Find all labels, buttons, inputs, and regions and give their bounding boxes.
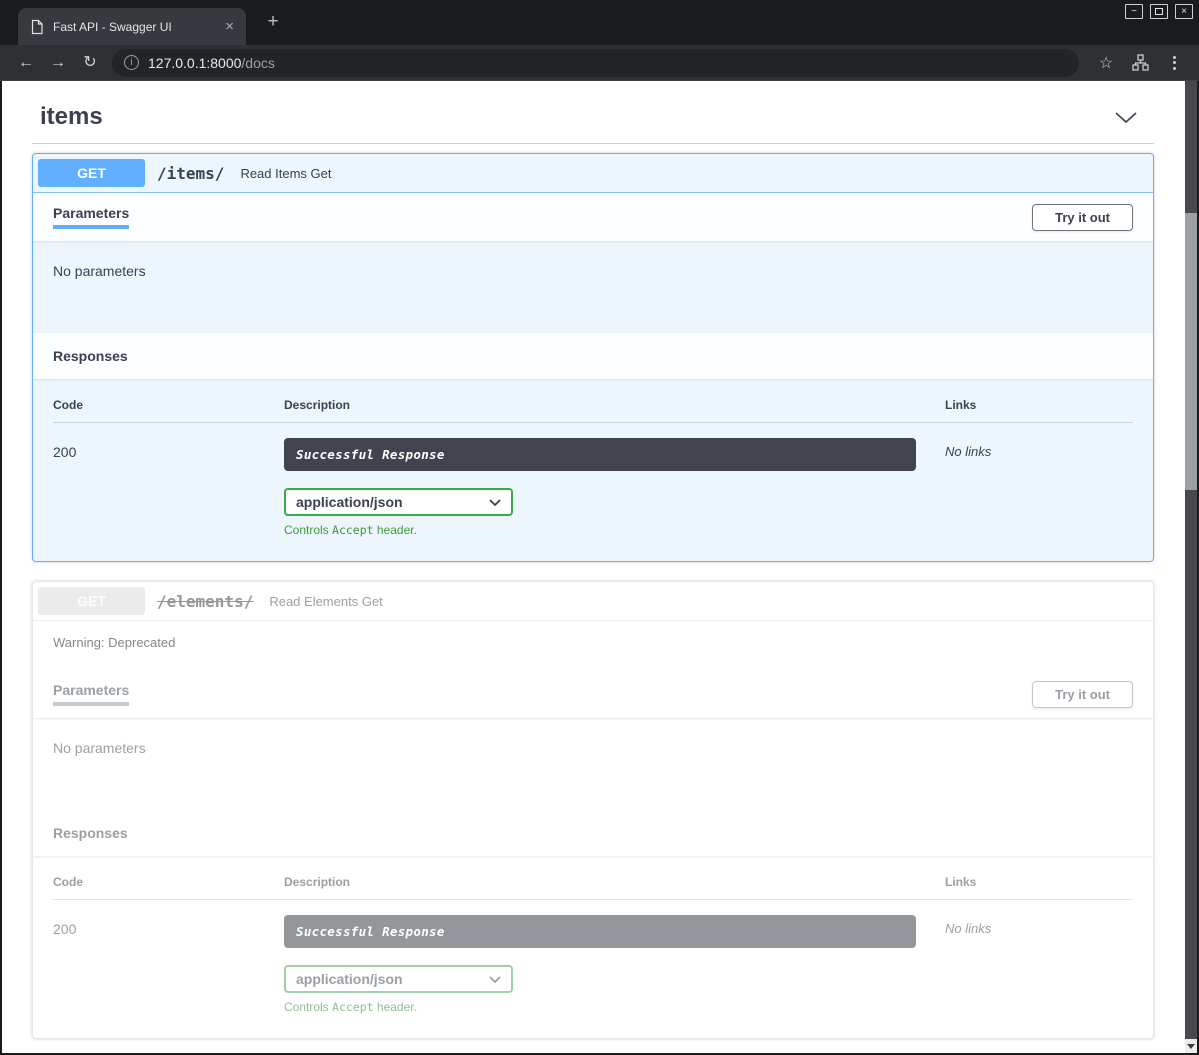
scrollbar-down-button[interactable] — [1185, 1039, 1197, 1053]
operation-path: /items/ — [157, 164, 224, 183]
operation-path: /elements/ — [157, 592, 253, 611]
scrollbar-thumb[interactable] — [1185, 213, 1197, 490]
maximize-icon — [1155, 8, 1163, 15]
parameters-body: No parameters — [33, 241, 1153, 333]
accept-header-hint: Controls Accept header. — [284, 1000, 945, 1014]
response-code: 200 — [53, 438, 284, 537]
opblock-get-items: GET /items/ Read Items Get Parameters Tr… — [32, 153, 1154, 562]
responses-header: Responses — [33, 810, 1153, 856]
url-path: /docs — [241, 55, 274, 71]
toolbar-right: ☆ — [1089, 53, 1191, 73]
try-it-out-button[interactable]: Try it out — [1032, 681, 1133, 708]
chevron-down-icon — [489, 499, 501, 506]
response-description: Successful Response — [284, 438, 916, 471]
close-button[interactable]: × — [1175, 4, 1193, 19]
parameters-title: Parameters — [53, 205, 129, 229]
scroll-down-arrow-icon — [1187, 1044, 1195, 1049]
back-icon[interactable]: ← — [10, 55, 42, 71]
responses-body: Code Description Links 200 Successful Re… — [33, 379, 1153, 561]
hint-suffix: header. — [374, 523, 417, 537]
page-favicon-icon — [30, 19, 44, 35]
reload-icon[interactable]: ↻ — [74, 55, 106, 71]
operation-summary-elements[interactable]: GET /elements/ Read Elements Get — [33, 582, 1153, 621]
response-description-cell: Successful Response application/json Con… — [284, 915, 945, 1014]
col-code-header: Code — [53, 398, 284, 412]
operation-description: Read Elements Get — [269, 594, 382, 609]
window-controls: − × — [1125, 4, 1193, 19]
tab-title: Fast API - Swagger UI — [53, 20, 223, 34]
no-parameters-text: No parameters — [53, 263, 146, 279]
parameters-header: Parameters Try it out — [33, 670, 1153, 718]
parameters-title: Parameters — [53, 682, 129, 706]
tab-close-icon[interactable]: × — [223, 19, 236, 34]
col-links-header: Links — [945, 875, 1133, 889]
minimize-button[interactable]: − — [1125, 4, 1143, 19]
response-description: Successful Response — [284, 915, 916, 948]
responses-title: Responses — [53, 348, 128, 364]
col-description-header: Description — [284, 398, 945, 412]
operation-summary-items[interactable]: GET /items/ Read Items Get — [33, 154, 1153, 193]
new-tab-button[interactable]: + — [260, 12, 286, 31]
response-links: No links — [945, 915, 1133, 1014]
method-badge: GET — [38, 159, 145, 187]
tab-groups-icon[interactable] — [1123, 54, 1157, 71]
col-description-header: Description — [284, 875, 945, 889]
content-type-value: application/json — [296, 971, 403, 987]
address-bar[interactable]: i 127.0.0.1:8000/docs — [112, 49, 1079, 77]
maximize-button[interactable] — [1150, 4, 1168, 19]
responses-table-header: Code Description Links — [53, 875, 1133, 900]
hint-code: Accept — [332, 1000, 374, 1014]
bookmark-star-icon[interactable]: ☆ — [1089, 53, 1123, 73]
browser-tab[interactable]: Fast API - Swagger UI × — [18, 8, 246, 45]
content-type-value: application/json — [296, 494, 403, 510]
parameters-header: Parameters Try it out — [33, 193, 1153, 241]
responses-header: Responses — [33, 333, 1153, 379]
hint-code: Accept — [332, 523, 374, 537]
browser-toolbar: ← → ↻ i 127.0.0.1:8000/docs ☆ — [0, 45, 1199, 81]
chevron-down-icon — [489, 976, 501, 983]
try-it-out-button[interactable]: Try it out — [1032, 204, 1133, 231]
collapse-chevron-icon[interactable] — [1114, 111, 1138, 124]
menu-kebab-icon[interactable] — [1157, 56, 1191, 70]
col-links-header: Links — [945, 398, 1133, 412]
hint-prefix: Controls — [284, 1000, 332, 1014]
response-links: No links — [945, 438, 1133, 537]
responses-title: Responses — [53, 825, 128, 841]
responses-table-header: Code Description Links — [53, 398, 1133, 423]
tag-title: items — [40, 103, 103, 131]
content-type-select[interactable]: application/json — [284, 965, 513, 993]
window-titlebar: Fast API - Swagger UI × + − × — [0, 0, 1199, 45]
deprecated-warning: Warning: Deprecated — [33, 621, 1153, 670]
swagger-page: items GET /items/ Read Items Get Paramet… — [2, 81, 1185, 1053]
browser-window: Fast API - Swagger UI × + − × ← → ↻ i 12… — [0, 0, 1199, 1055]
response-code: 200 — [53, 915, 284, 1014]
response-description-cell: Successful Response application/json Con… — [284, 438, 945, 537]
url-origin: 127.0.0.1:8000 — [148, 55, 241, 71]
parameters-body: No parameters — [33, 718, 1153, 810]
method-badge: GET — [38, 587, 145, 615]
opblock-get-elements-deprecated: GET /elements/ Read Elements Get Warning… — [32, 581, 1154, 1039]
hint-suffix: header. — [374, 1000, 417, 1014]
accept-header-hint: Controls Accept header. — [284, 523, 945, 537]
response-row: 200 Successful Response application/json… — [53, 423, 1133, 537]
col-code-header: Code — [53, 875, 284, 889]
site-info-icon[interactable]: i — [124, 55, 139, 70]
responses-body: Code Description Links 200 Successful Re… — [33, 856, 1153, 1038]
api-tag-section-header[interactable]: items — [32, 97, 1154, 144]
forward-icon[interactable]: → — [42, 55, 74, 71]
page-wrap: items GET /items/ Read Items Get Paramet… — [0, 81, 1199, 1055]
page-scrollbar[interactable] — [1185, 81, 1197, 1053]
hint-prefix: Controls — [284, 523, 332, 537]
no-parameters-text: No parameters — [53, 740, 146, 756]
content-type-select[interactable]: application/json — [284, 488, 513, 516]
operation-description: Read Items Get — [240, 166, 331, 181]
response-row: 200 Successful Response application/json… — [53, 900, 1133, 1014]
